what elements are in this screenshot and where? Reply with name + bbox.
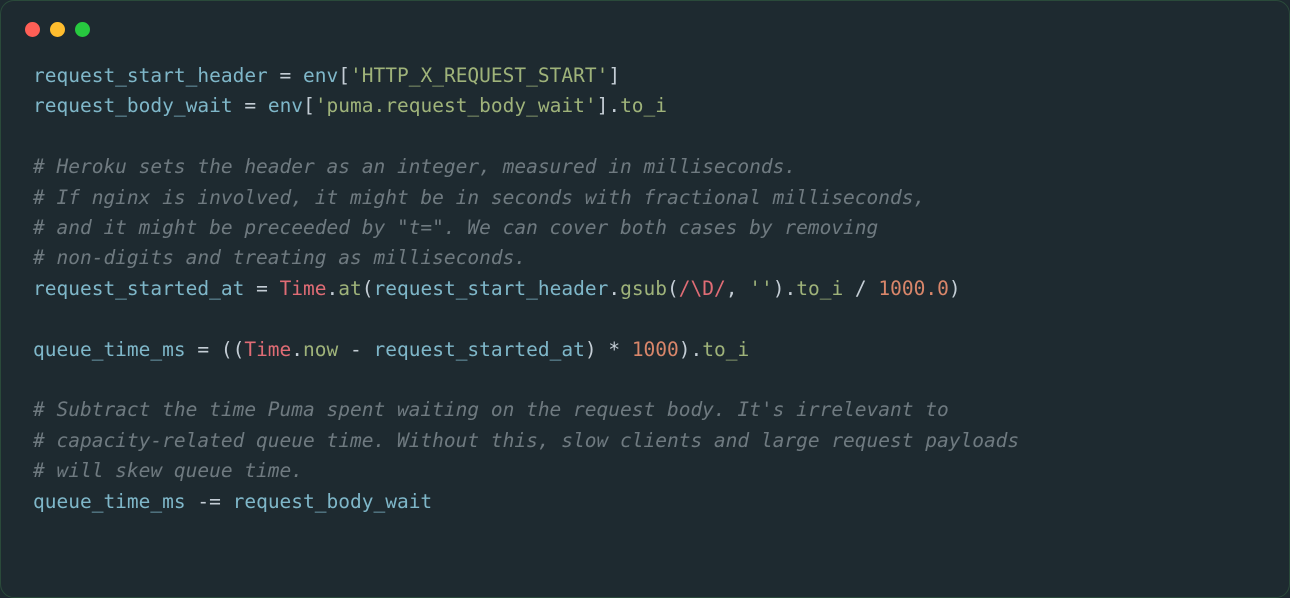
code-comment: # Subtract the time Puma spent waiting o… [33, 398, 949, 421]
code-comment: # non-digits and treating as millisecond… [33, 246, 526, 269]
code-line: queue_time_ms -= request_body_wait [33, 490, 432, 513]
code-block: request_start_header = env['HTTP_X_REQUE… [1, 57, 1289, 545]
code-comment: # If nginx is involved, it might be in s… [33, 186, 925, 209]
code-comment: # will skew queue time. [33, 459, 303, 482]
code-line: request_start_header = env['HTTP_X_REQUE… [33, 64, 620, 87]
code-comment: # capacity-related queue time. Without t… [33, 429, 1019, 452]
window-titlebar [1, 1, 1289, 57]
terminal-window: request_start_header = env['HTTP_X_REQUE… [0, 0, 1290, 598]
code-comment: # Heroku sets the header as an integer, … [33, 155, 796, 178]
code-line: queue_time_ms = ((Time.now - request_sta… [33, 338, 749, 361]
minimize-icon[interactable] [50, 22, 65, 37]
close-icon[interactable] [25, 22, 40, 37]
code-comment: # and it might be preceeded by "t=". We … [33, 216, 878, 239]
code-line: request_started_at = Time.at(request_sta… [33, 277, 961, 300]
zoom-icon[interactable] [75, 22, 90, 37]
code-line: request_body_wait = env['puma.request_bo… [33, 94, 667, 117]
